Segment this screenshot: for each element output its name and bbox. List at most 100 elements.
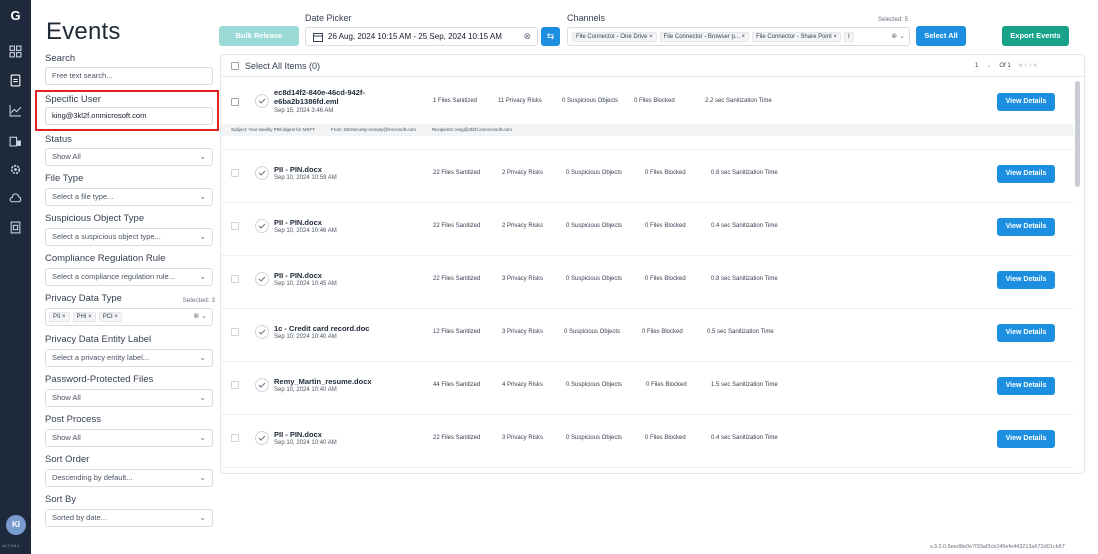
post-process-select[interactable]: Show All ⌄ (45, 429, 213, 447)
status-value: Show All (52, 152, 81, 161)
status-select[interactable]: Show All ⌄ (45, 148, 213, 166)
app-logo[interactable]: G (8, 8, 23, 23)
table-row[interactable]: ec8d14f2-840e-46cd-942f-e6ba2b1386fd.eml… (221, 78, 1073, 150)
email-subject: Subject: Your weekly PIM digest for MSFT (231, 127, 316, 132)
event-name[interactable]: PII - PIN.docx (274, 271, 414, 280)
privacy-data-type-selected-count: Selected: 3 (182, 297, 215, 304)
view-details-button[interactable]: View Details (997, 377, 1055, 395)
privacy-entity-label-select[interactable]: Select a privacy entity label... ⌄ (45, 349, 213, 367)
chip-pci[interactable]: PCI × (98, 312, 122, 322)
date-range-value: 26 Aug, 2024 10:15 AM - 25 Sep, 2024 10:… (328, 32, 502, 41)
search-input[interactable]: Free text search... (45, 67, 213, 85)
password-protected-select[interactable]: Show All ⌄ (45, 389, 213, 407)
view-details-button[interactable]: View Details (997, 93, 1055, 111)
row-checkbox[interactable] (231, 275, 239, 283)
building-icon[interactable] (9, 134, 22, 147)
privacy-data-type-select[interactable]: PII × PHI × PCI × ⊗ ⌄ (45, 308, 213, 326)
row-checkbox[interactable] (231, 222, 239, 230)
cloud-icon[interactable] (9, 192, 22, 205)
files-sanitized: 44 Files Sanitized (433, 382, 481, 388)
sort-order-placeholder: Descending by default... (52, 473, 133, 482)
suspicious-object-type-label: Suspicious Object Type (45, 213, 145, 224)
chevron-down-icon: ⌄ (199, 152, 206, 161)
view-details-button[interactable]: View Details (997, 165, 1055, 183)
row-checkbox[interactable] (231, 328, 239, 336)
sort-by-select[interactable]: Sorted by date... ⌄ (45, 509, 213, 527)
page-number[interactable]: 1 (975, 63, 978, 69)
chevron-down-icon: ⌄ (199, 433, 206, 442)
event-name[interactable]: ec8d14f2-840e-46cd-942f-e6ba2b1386fd.eml (274, 88, 414, 106)
sort-order-label: Sort Order (45, 454, 90, 465)
grid-icon[interactable] (9, 45, 22, 58)
table-row[interactable]: PII - PIN.docx Sep 10, 2024 10:46 AM 22 … (221, 204, 1073, 256)
compliance-rule-label: Compliance Regulation Rule (45, 253, 166, 264)
row-checkbox[interactable] (231, 98, 239, 106)
event-name[interactable]: 1c - Credit card record.doc (274, 324, 414, 333)
view-details-button[interactable]: View Details (997, 324, 1055, 342)
chevron-down-icon: ⌄ (199, 353, 206, 362)
status-check-icon (255, 272, 269, 286)
channels-select[interactable]: File Connector - One Drive × File Connec… (567, 27, 910, 46)
view-details-button[interactable]: View Details (997, 218, 1055, 236)
status-check-icon (255, 378, 269, 392)
chip-pii[interactable]: PII × (49, 312, 70, 322)
filter-sidebar: Events Search Free text search... Specif… (39, 0, 219, 554)
table-row[interactable]: PII - PIN.docx Sep 10, 2024 10:45 AM 22 … (221, 257, 1073, 309)
select-all-button[interactable]: Select All (916, 26, 966, 46)
view-details-button[interactable]: View Details (997, 271, 1055, 289)
view-details-button[interactable]: View Details (997, 430, 1055, 448)
files-blocked: 0 Files Blocked (634, 98, 675, 104)
event-name[interactable]: PII - PIN.docx (274, 218, 414, 227)
chip-more[interactable]: I (843, 31, 854, 42)
avatar[interactable]: KI (6, 515, 26, 535)
report-icon[interactable] (9, 221, 22, 234)
suspicious-objects: 0 Suspicious Objects (566, 170, 623, 176)
compliance-rule-select[interactable]: Select a compliance regulation rule... ⌄ (45, 268, 213, 286)
email-recipients: Recipients: king@3kl2f.onmicrosoft.com (431, 127, 512, 132)
table-row[interactable]: PII - PIN.docx Sep 10, 2024 10:59 AM 22 … (221, 151, 1073, 203)
password-protected-label: Password-Protected Files (45, 374, 154, 385)
pager-nav-icons[interactable]: « ‹ › » (1019, 62, 1037, 69)
table-row[interactable]: Remy_Martin_resume.docx Sep 10, 2024 10:… (221, 363, 1073, 415)
chip-phi[interactable]: PHI × (72, 312, 96, 322)
page-of: Of 1 (999, 62, 1011, 69)
chip-onedrive[interactable]: File Connector - One Drive × (572, 31, 657, 42)
clear-chevron-icon[interactable]: ⊗ ⌄ (889, 32, 905, 40)
email-from: From: MSSecurity-noreply@microsoft.com (331, 127, 416, 132)
chip-browser[interactable]: File Connector - Browser p... × (659, 31, 750, 42)
chevron-down-icon: ⌄ (199, 473, 206, 482)
event-name[interactable]: Remy_Martin_resume.docx (274, 377, 414, 386)
files-sanitized: 22 Files Sanitized (433, 170, 481, 176)
date-range-input[interactable]: 26 Aug, 2024 10:15 AM - 25 Sep, 2024 10:… (305, 27, 538, 46)
bulk-release-button[interactable]: Bulk Release (219, 26, 299, 46)
email-detail-bar: Subject: Your weekly PIM digest for MSFT… (221, 124, 1073, 136)
row-checkbox[interactable] (231, 381, 239, 389)
table-row[interactable]: 1c - Credit card record.doc Sep 10, 2024… (221, 310, 1073, 362)
chevron-down-icon: ⌄ (199, 513, 206, 522)
page-dropdown-icon[interactable]: ⌄ (986, 62, 991, 69)
gear-icon[interactable] (9, 163, 22, 176)
event-name[interactable]: PII - PIN.docx (274, 430, 414, 439)
table-row[interactable]: PII - PIN.docx Sep 10, 2024 10:40 AM 22 … (221, 416, 1073, 468)
privacy-risks: 11 Privacy Risks (498, 98, 542, 104)
build-version: v.3.2.0.8eed8e0e7f33af3cb245efe443213a67… (930, 544, 1065, 550)
chart-icon[interactable] (9, 104, 22, 117)
sanitization-time: 0.5 sec Sanitization Time (707, 329, 774, 335)
swap-icon[interactable]: ⇆ (541, 27, 560, 46)
clear-icon[interactable]: ⊗ (523, 28, 531, 45)
select-all-checkbox[interactable] (231, 62, 239, 70)
scrollbar[interactable] (1075, 81, 1080, 187)
suspicious-object-type-select[interactable]: Select a suspicious object type... ⌄ (45, 228, 213, 246)
export-events-button[interactable]: Export Events (1002, 26, 1069, 46)
sort-order-select[interactable]: Descending by default... ⌄ (45, 469, 213, 487)
row-checkbox[interactable] (231, 169, 239, 177)
clear-chevron-icon[interactable]: ⊗ ⌄ (193, 312, 207, 320)
file-type-select[interactable]: Select a file type... ⌄ (45, 188, 213, 206)
chip-sharepoint[interactable]: File Connector - Share Point × (752, 31, 841, 42)
row-checkbox[interactable] (231, 434, 239, 442)
document-icon[interactable] (9, 74, 22, 87)
privacy-risks: 3 Privacy Risks (502, 276, 544, 282)
post-process-value: Show All (52, 433, 81, 442)
event-name[interactable]: PII - PIN.docx (274, 165, 414, 174)
status-check-icon (255, 166, 269, 180)
